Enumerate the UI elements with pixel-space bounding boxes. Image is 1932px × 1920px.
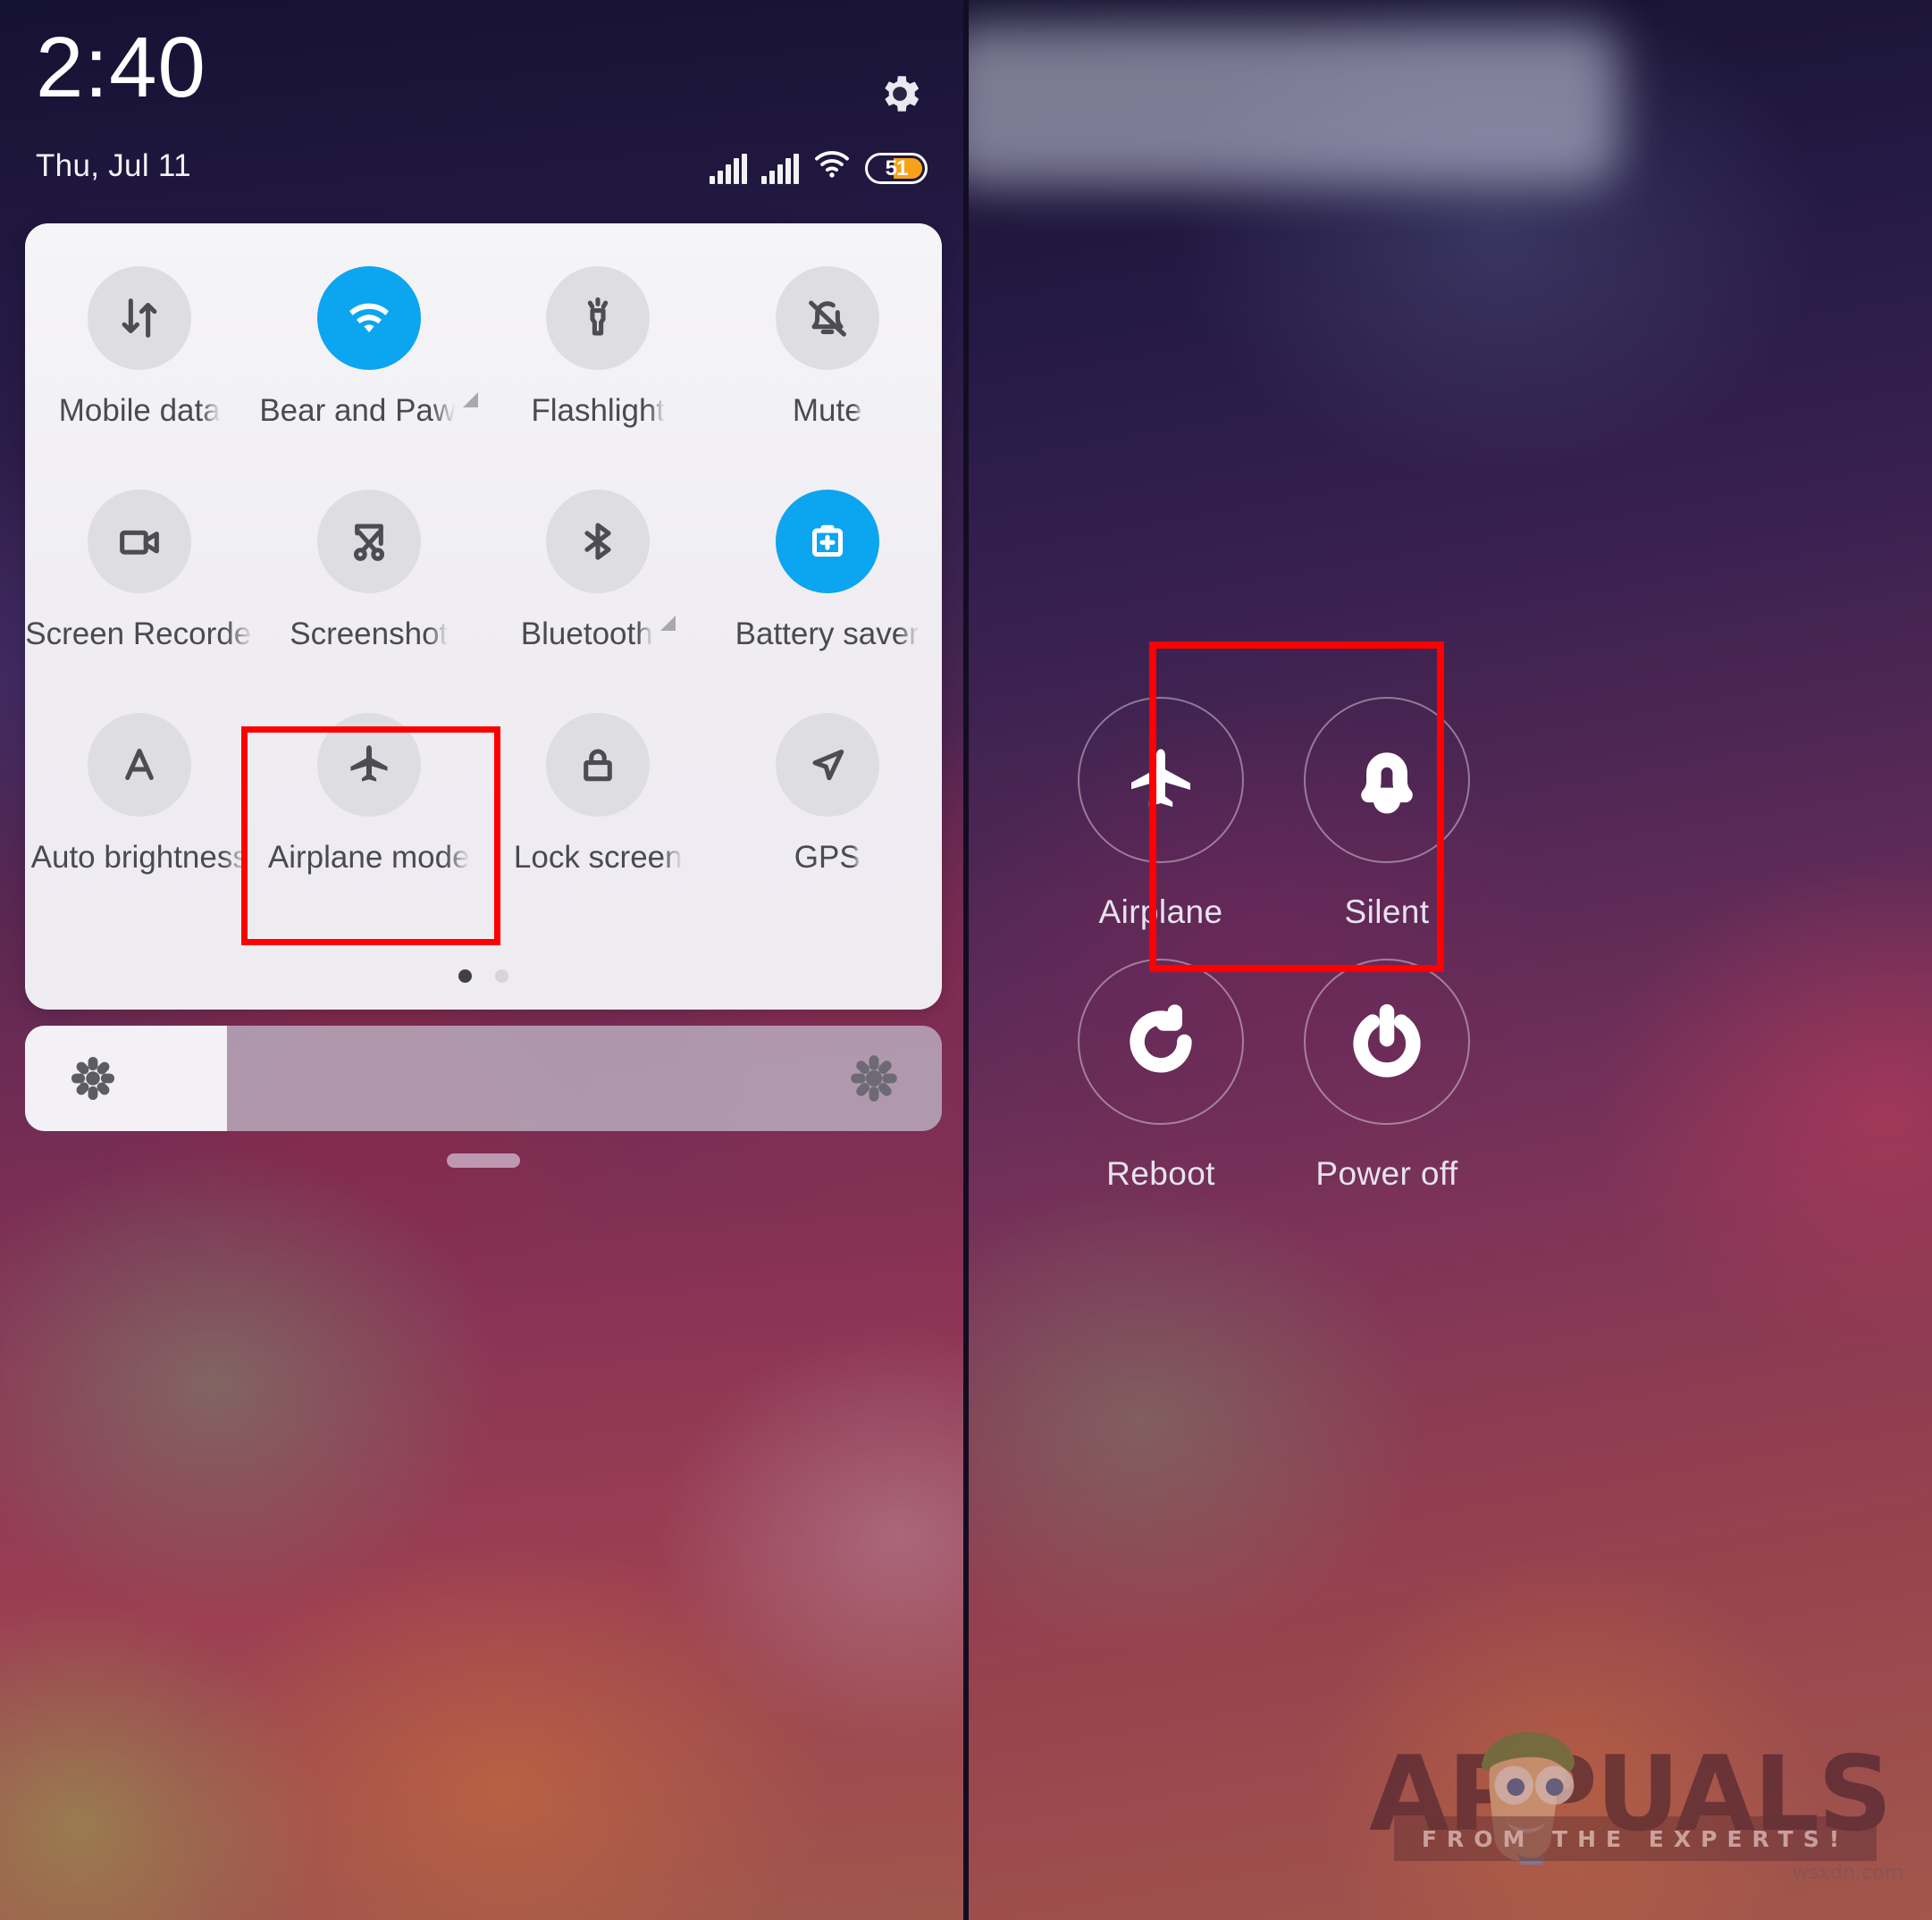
button-circle [1078,697,1244,863]
battery-plus-icon [811,524,843,558]
screenshot-divider [963,0,969,1920]
bell-muted-icon [808,300,846,337]
status-icons: 51 [710,149,928,184]
flashlight-icon [588,297,609,336]
tile-label: Airplane mode [267,840,470,875]
tile-label: Bluetooth [520,616,653,651]
tile-label: GPS [794,840,861,875]
tile-label: Auto brightness [30,840,248,875]
tile-circle [775,266,879,370]
tile-circle [546,266,651,370]
qs-tile-bluetooth[interactable]: Bluetooth [483,461,713,684]
screenshot-root: 2:40 Thu, Jul 11 51 Mobile data Bear and… [0,0,1932,1920]
watermark-url: wsxdn.com [1792,1862,1903,1884]
page-dot-2[interactable] [495,969,508,983]
gear-icon[interactable] [876,70,924,118]
qs-tile-mobile-data[interactable]: Mobile data [25,238,255,461]
location-arrow-icon [812,749,844,781]
chevron-expand-icon[interactable] [463,391,479,407]
page-dot-1[interactable] [458,969,472,983]
appuals-watermark: APPUALS FROM THE EXPERTS! wsxdn.com [1369,1731,1914,1888]
power-menu-label: Reboot [1106,1155,1215,1192]
video-camera-icon [120,530,160,555]
power-menu-label: Power off [1315,1155,1458,1192]
power-menu-item-power-off[interactable]: Power off [1275,959,1499,1193]
clock-date: Thu, Jul 11 [36,148,191,183]
signal-bars-icon [710,154,747,184]
tile-label: Screen Recorder [25,616,255,651]
chevron-expand-icon[interactable] [659,615,676,631]
tile-circle [316,266,421,370]
brightness-slider-fill [25,1026,227,1131]
tile-circle [546,490,651,593]
airplane-icon [1131,749,1190,808]
bell-icon [1361,752,1413,814]
quick-settings-grid: Mobile data Bear and Paw Flashlight Mute… [25,238,942,908]
qs-tile-gps[interactable]: GPS [713,684,943,908]
mobile-data-icon [122,298,157,338]
qs-tile-wifi[interactable]: Bear and Paw [255,238,484,461]
qs-tile-screenshot[interactable]: Screenshot [255,461,484,684]
tile-label: Battery saver [735,616,920,651]
tile-circle [316,490,421,593]
power-icon [1353,1004,1421,1077]
status-bar: 2:40 Thu, Jul 11 51 [0,0,967,214]
letter-a-icon [125,748,155,781]
power-menu-item-airplane[interactable]: Airplane [1049,697,1273,931]
watermark-tagline-bar: FROM THE EXPERTS! [1394,1816,1877,1861]
tile-circle [88,266,192,370]
page-indicator [25,969,942,983]
signal-bars-icon [761,154,799,184]
tile-circle [775,490,879,593]
qs-tile-flashlight[interactable]: Flashlight [483,238,713,461]
quick-settings-panel: Mobile data Bear and Paw Flashlight Mute… [25,223,942,1010]
power-menu-label: Silent [1344,893,1430,930]
tile-label: Bear and Paw [259,393,457,428]
sun-small-icon [71,1056,115,1101]
tile-circle [88,490,192,593]
clock-time: 2:40 [36,20,206,115]
qs-tile-mute[interactable]: Mute [713,238,943,461]
qs-tile-battery-saver[interactable]: Battery saver [713,461,943,684]
button-circle [1304,959,1470,1125]
button-circle [1304,697,1470,863]
scissors-icon [353,524,384,561]
power-menu-item-silent[interactable]: Silent [1275,697,1499,931]
bluetooth-icon [584,523,611,560]
blurred-notification-card [967,25,1619,186]
shade-drag-handle[interactable] [447,1153,520,1168]
brightness-slider[interactable] [25,1026,942,1131]
tile-circle [316,713,421,817]
button-circle [1078,959,1244,1125]
wifi-icon [349,303,389,332]
qs-tile-auto-brightness[interactable]: Auto brightness [25,684,255,908]
tile-label: Mute [792,393,862,428]
reboot-icon [1130,1004,1192,1073]
left-screen-notification-shade: 2:40 Thu, Jul 11 51 Mobile data Bear and… [0,0,967,1920]
tile-label: Mobile data [58,393,221,428]
watermark-tagline: FROM THE EXPERTS! [1421,1825,1850,1852]
tile-label: Flashlight [531,393,666,428]
qs-tile-airplane-mode[interactable]: Airplane mode [255,684,484,908]
battery-icon: 51 [865,153,928,184]
battery-percent: 51 [885,155,909,180]
tile-circle [546,713,651,817]
tile-label: Lock screen [513,840,683,875]
power-menu-label: Airplane [1098,893,1223,930]
tile-circle [88,713,192,817]
qs-tile-screen-recorder[interactable]: Screen Recorder [25,461,255,684]
padlock-icon [584,749,613,782]
tile-label: Screenshot [290,616,449,651]
airplane-icon [350,745,388,782]
tile-circle [775,713,879,817]
wifi-icon [813,149,851,184]
qs-tile-lock-screen[interactable]: Lock screen [483,684,713,908]
power-menu-item-reboot[interactable]: Reboot [1049,959,1273,1193]
sun-large-icon [851,1055,897,1102]
right-screen-power-menu: Airplane Silent Reboot Power off APPUALS… [967,0,1932,1920]
